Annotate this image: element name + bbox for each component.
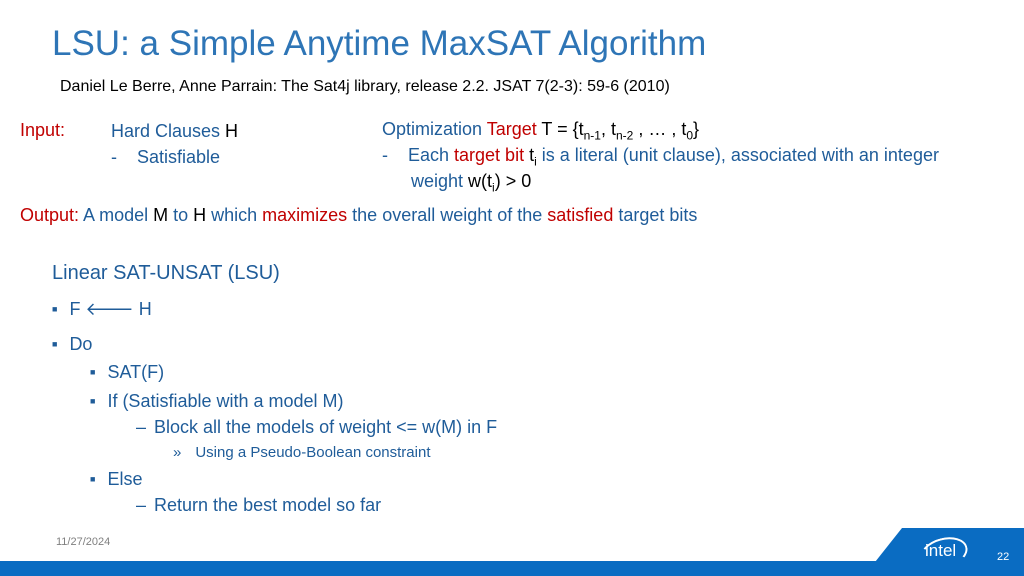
weight-desc: weight w(ti) > 0 (411, 171, 532, 195)
hard-clauses: Hard Clauses H (111, 121, 238, 142)
satisfiable-text: Satisfiable (137, 147, 221, 167)
list-item: ■ If (Satisfiable with a model M) (90, 391, 344, 411)
input-label: Input: (20, 120, 66, 140)
t1: Optimization (382, 119, 487, 139)
t2: Target (486, 119, 537, 139)
target-bit-desc: - Each target bit ti is a literal (unit c… (382, 145, 939, 169)
output-line: Output: A model M to H which maximizes t… (20, 205, 698, 225)
list-item: – Block all the models of weight <= w(M) … (136, 417, 498, 437)
satisfiable-item: - Satisfiable (111, 147, 220, 168)
page-number: 22 (997, 551, 1010, 563)
list-item: » Using a Pseudo-Boolean constraint (173, 444, 431, 461)
list-item: ■ SAT(F) (90, 362, 165, 382)
h-var: H (225, 121, 239, 141)
footer-date: 11/27/2024 (56, 536, 111, 548)
citation: Daniel Le Berre, Anne Parrain: The Sat4j… (60, 78, 670, 95)
lsu-heading: Linear SAT-UNSAT (LSU) (52, 262, 280, 284)
intel-logo: intel (925, 541, 957, 560)
list-item: ■ Else (90, 469, 143, 489)
hard-text: Hard Clauses (111, 121, 226, 141)
t3: T = {tn-1, tn-2 , … , t0} (536, 119, 700, 143)
optimization-target: Optimization Target T = {tn-1, tn-2 , … … (382, 119, 699, 143)
list-item: ■ F 🡐 H (52, 299, 152, 319)
slide-title: LSU: a Simple Anytime MaxSAT Algorithm (52, 24, 707, 63)
list-item: – Return the best model so far (136, 495, 382, 515)
list-item: ■ Do (52, 334, 93, 354)
dash: - (111, 147, 117, 167)
